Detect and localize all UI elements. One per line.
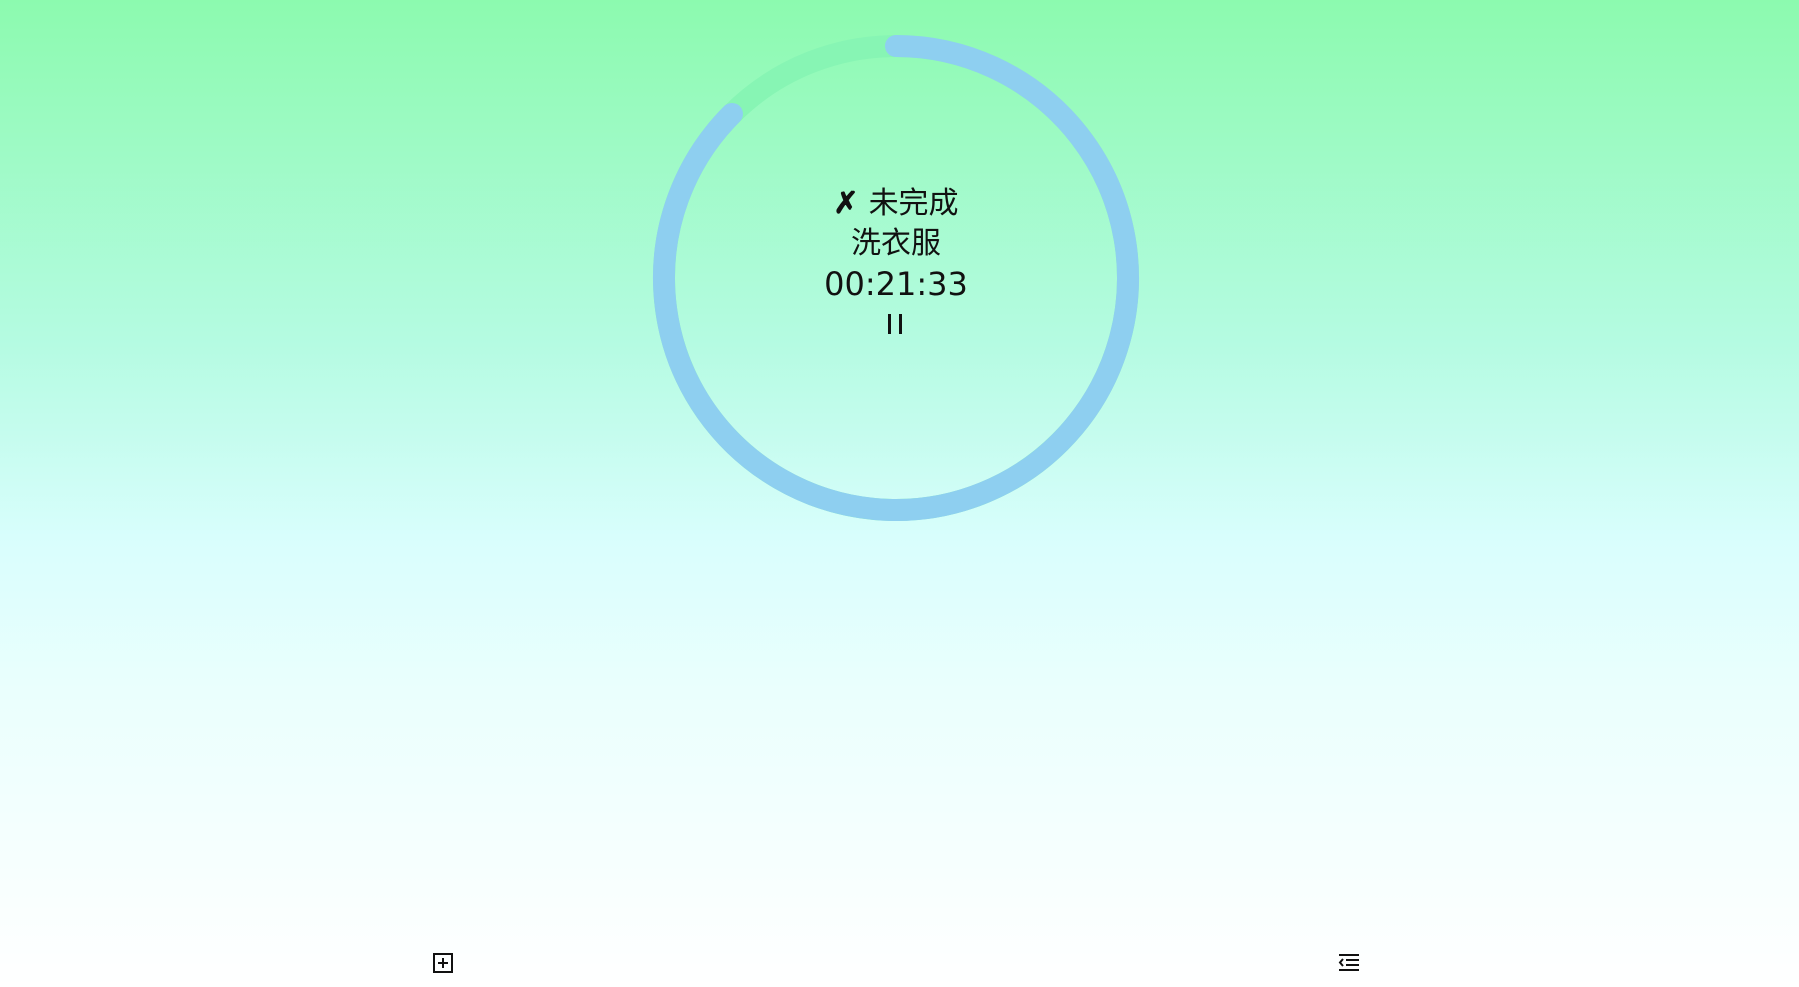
status-label: 未完成 — [868, 186, 959, 221]
pause-icon — [888, 314, 902, 334]
timer-center: ✗ 未完成 洗衣服 00:21:33 — [652, 34, 1140, 522]
pause-button[interactable] — [881, 306, 911, 342]
task-status: ✗ 未完成 — [833, 184, 958, 224]
timer-time: 00:21:33 — [824, 265, 968, 303]
add-box-icon — [433, 953, 453, 973]
bottom-toolbar — [0, 940, 1799, 987]
task-list-button[interactable] — [1336, 950, 1362, 976]
list-indent-icon — [1338, 954, 1359, 971]
add-task-button[interactable] — [430, 950, 456, 976]
cross-icon: ✗ — [833, 186, 859, 221]
timer-panel: ✗ 未完成 洗衣服 00:21:33 — [652, 34, 1140, 522]
task-name: 洗衣服 — [851, 226, 941, 261]
